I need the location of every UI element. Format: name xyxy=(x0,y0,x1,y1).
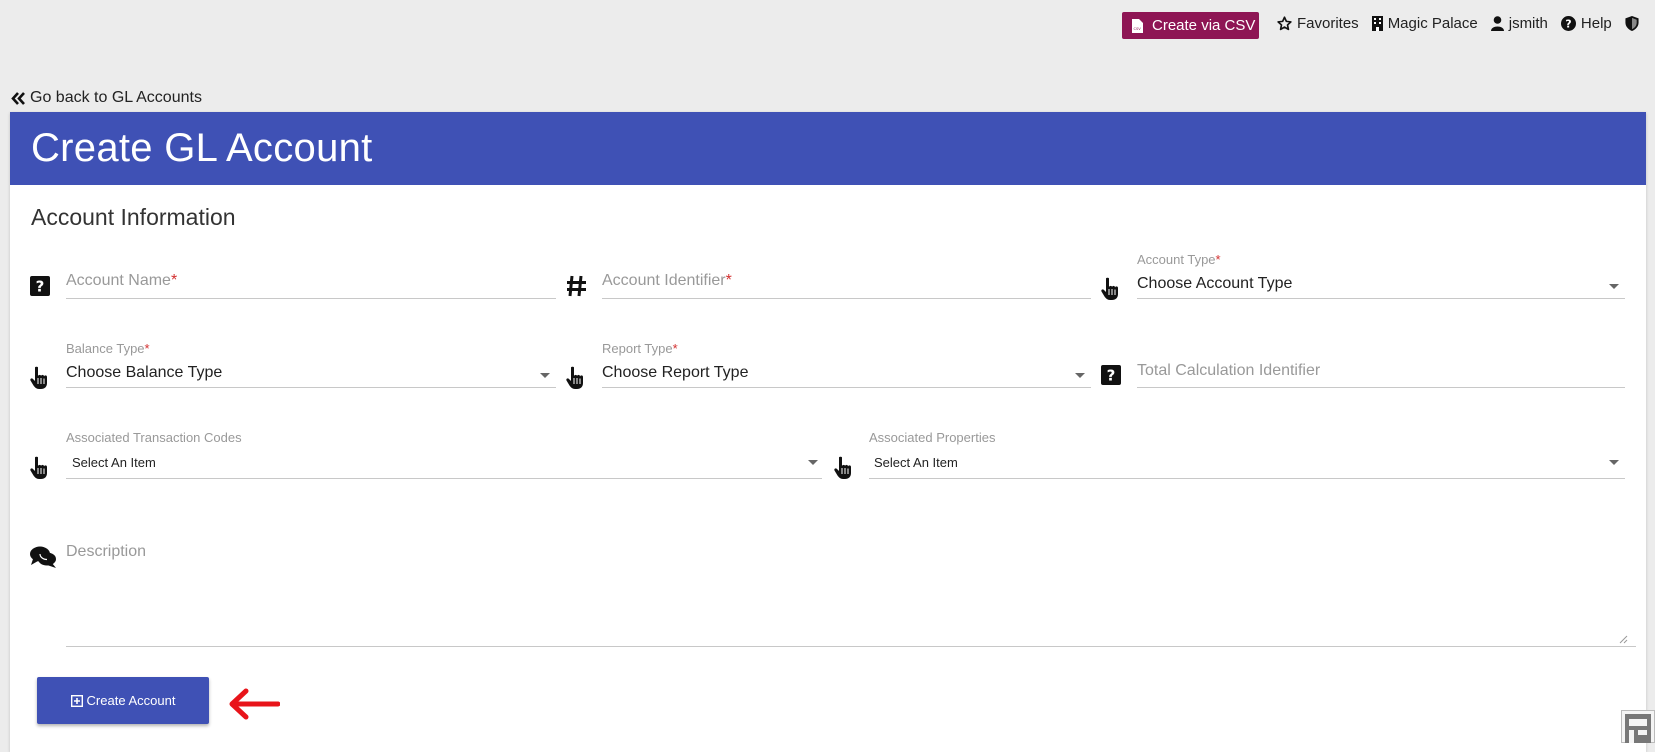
security-link[interactable] xyxy=(1625,15,1639,31)
user-label: jsmith xyxy=(1508,14,1548,32)
balance-type-underline xyxy=(66,387,556,388)
account-type-select[interactable]: Choose Account Type xyxy=(1137,275,1292,293)
total-calculation-identifier-input[interactable]: Total Calculation Identifier xyxy=(1137,362,1320,380)
question-circle-icon: ? xyxy=(1560,15,1576,31)
balance-type-label: Balance Type* xyxy=(66,341,150,356)
svg-text:?: ? xyxy=(36,278,45,296)
top-nav: Favorites Magic Palace jsmith ? Help xyxy=(1277,13,1652,33)
plus-square-icon xyxy=(70,694,83,707)
hand-pointer-icon xyxy=(834,456,851,479)
back-link-label: Go back to GL Accounts xyxy=(30,89,202,106)
create-gl-account-card: Create GL Account Account Information ? … xyxy=(10,112,1646,752)
required-marker: * xyxy=(672,341,678,356)
report-type-label-text: Report Type xyxy=(602,341,673,356)
shield-icon xyxy=(1625,15,1639,31)
hand-pointer-icon xyxy=(566,366,583,389)
transaction-codes-underline xyxy=(66,478,822,479)
favorites-label: Favorites xyxy=(1297,14,1359,32)
transaction-codes-dropdown-arrow[interactable] xyxy=(808,460,818,465)
svg-text:?: ? xyxy=(1565,17,1571,30)
create-account-button[interactable]: Create Account xyxy=(37,677,209,724)
create-via-csv-button[interactable]: CSV Create via CSV xyxy=(1122,12,1259,39)
account-name-underline xyxy=(66,298,556,299)
back-to-gl-accounts-link[interactable]: Go back to GL Accounts xyxy=(11,89,202,107)
section-title: Account Information xyxy=(31,204,236,230)
account-identifier-input[interactable]: Account Identifier* xyxy=(602,272,732,290)
question-square-icon: ? xyxy=(30,276,50,296)
transaction-codes-label: Associated Transaction Codes xyxy=(66,430,242,445)
top-bar: CSV Create via CSV Favorites Magic Palac… xyxy=(0,0,1655,90)
create-via-csv-label: Create via CSV xyxy=(1152,17,1256,34)
comments-icon xyxy=(30,546,56,568)
svg-text:CSV: CSV xyxy=(1134,27,1142,31)
required-marker: * xyxy=(144,341,150,356)
question-square-icon: ? xyxy=(1101,365,1121,385)
transaction-codes-select[interactable]: Select An Item xyxy=(72,455,156,470)
favorites-link[interactable]: Favorites xyxy=(1277,15,1359,32)
account-type-label-text: Account Type xyxy=(1137,252,1216,267)
report-type-underline xyxy=(602,387,1091,388)
account-identifier-placeholder: Account Identifier xyxy=(602,272,726,289)
account-name-input[interactable]: Account Name* xyxy=(66,272,177,290)
svg-text:?: ? xyxy=(1107,367,1116,385)
total-calculation-underline xyxy=(1137,387,1625,388)
red-arrow-left-icon xyxy=(229,688,280,720)
property-link[interactable]: Magic Palace xyxy=(1371,14,1478,32)
resize-grip-icon[interactable] xyxy=(1619,635,1628,644)
card-header: Create GL Account xyxy=(10,112,1646,185)
create-account-label: Create Account xyxy=(86,693,176,708)
page-title: Create GL Account xyxy=(31,126,373,170)
balance-type-dropdown-arrow[interactable] xyxy=(540,373,550,378)
properties-underline xyxy=(869,478,1625,479)
balance-type-label-text: Balance Type xyxy=(66,341,145,356)
description-textarea[interactable]: Description xyxy=(66,543,146,561)
feedback-widget-icon[interactable] xyxy=(1621,710,1655,743)
balance-type-select[interactable]: Choose Balance Type xyxy=(66,364,222,382)
user-link[interactable]: jsmith xyxy=(1490,14,1548,32)
account-type-underline xyxy=(1137,298,1625,299)
account-identifier-underline xyxy=(602,298,1091,299)
hand-pointer-icon xyxy=(30,456,47,479)
account-name-placeholder: Account Name xyxy=(66,272,171,289)
hand-pointer-icon xyxy=(30,366,47,389)
report-type-dropdown-arrow[interactable] xyxy=(1075,373,1085,378)
star-icon xyxy=(1277,15,1292,30)
properties-dropdown-arrow[interactable] xyxy=(1609,460,1619,465)
building-icon xyxy=(1371,15,1383,31)
help-label: Help xyxy=(1580,14,1612,32)
required-marker: * xyxy=(725,272,732,289)
property-label: Magic Palace xyxy=(1387,14,1478,32)
account-type-dropdown-arrow[interactable] xyxy=(1609,284,1619,289)
double-chevron-left-icon xyxy=(11,91,25,105)
required-marker: * xyxy=(170,272,178,289)
help-link[interactable]: ? Help xyxy=(1560,14,1612,32)
report-type-label: Report Type* xyxy=(602,341,678,356)
required-marker: * xyxy=(1215,252,1221,267)
user-icon xyxy=(1490,15,1504,31)
description-underline xyxy=(66,646,1636,647)
report-type-select[interactable]: Choose Report Type xyxy=(602,364,748,382)
properties-label: Associated Properties xyxy=(869,430,996,445)
hash-icon xyxy=(567,275,586,297)
account-type-label: Account Type* xyxy=(1137,252,1221,267)
hand-pointer-icon xyxy=(1101,277,1118,300)
properties-select[interactable]: Select An Item xyxy=(874,455,958,470)
csv-file-icon: CSV xyxy=(1132,18,1143,33)
